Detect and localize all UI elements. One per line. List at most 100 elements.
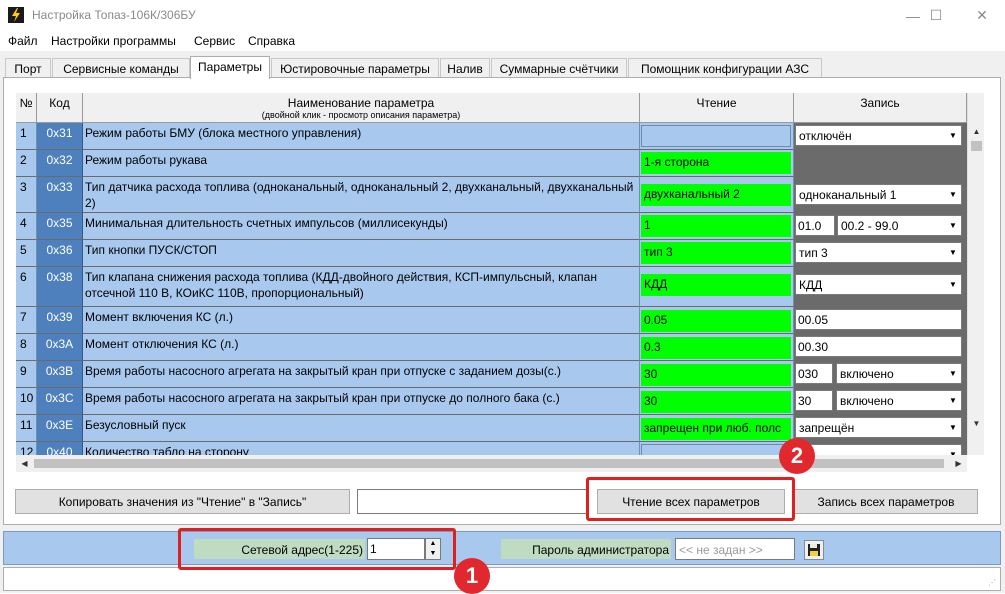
scroll-left-icon[interactable]: ◀: [16, 455, 33, 472]
write-combo[interactable]: включено ▼: [836, 363, 962, 384]
spin-down-icon[interactable]: ▼: [426, 549, 440, 559]
read-value: запрещен при люб. полс: [641, 418, 791, 440]
write-cell: 00.30: [794, 334, 967, 361]
row-name[interactable]: Время работы насосного агрегата на закры…: [83, 361, 640, 388]
write-edit[interactable]: 00.30: [795, 336, 962, 357]
chevron-down-icon[interactable]: ▼: [945, 185, 961, 204]
row-name[interactable]: Тип клапана снижения расхода топлива (КД…: [83, 267, 640, 307]
write-combo[interactable]: тип 3 ▼: [795, 242, 962, 263]
chevron-down-icon[interactable]: ▼: [945, 126, 961, 145]
close-button[interactable]: ✕: [959, 0, 1005, 31]
chevron-down-icon[interactable]: ▼: [945, 418, 961, 437]
write-all-button[interactable]: Запись всех параметров: [794, 489, 978, 514]
row-name[interactable]: Безусловный пуск: [83, 415, 640, 442]
annotation-badge-1: 1: [454, 558, 490, 594]
write-cell: ... ▼: [794, 442, 967, 455]
write-edit[interactable]: 30: [795, 390, 833, 411]
chevron-down-icon[interactable]: ▼: [945, 445, 961, 455]
tab-service-commands[interactable]: Сервисные команды: [52, 58, 190, 78]
resize-grip-icon[interactable]: ⋰: [988, 578, 998, 588]
read-cell: запрещен при люб. полс: [640, 415, 794, 442]
tab-azs-wizard[interactable]: Помощник конфигурации АЗС: [628, 58, 822, 78]
read-cell: 1: [640, 213, 794, 240]
write-edit[interactable]: 01.0: [795, 215, 835, 236]
menu-help[interactable]: Справка: [248, 34, 295, 48]
row-code: 0x31: [37, 123, 83, 150]
row-code: 0x3E: [37, 415, 83, 442]
tab-port[interactable]: Порт: [5, 58, 51, 78]
tab-parameters[interactable]: Параметры: [190, 56, 270, 79]
menu-file[interactable]: Файл: [8, 34, 38, 48]
vertical-scrollbar[interactable]: ▲ ▼: [967, 93, 984, 455]
row-name[interactable]: Тип датчика расхода топлива (одноканальн…: [83, 177, 640, 213]
scroll-up-icon[interactable]: ▲: [968, 123, 985, 140]
read-all-button[interactable]: Чтение всех параметров: [597, 489, 785, 514]
title-bar: Настройка Топаз-106К/306БУ — ☐ ✕: [0, 0, 1005, 31]
chevron-down-icon[interactable]: ▼: [945, 216, 961, 235]
address-spinner[interactable]: ▲ ▼: [425, 538, 441, 560]
chevron-down-icon[interactable]: ▼: [945, 391, 961, 410]
row-name[interactable]: Тип кнопки ПУСК/СТОП: [83, 240, 640, 267]
read-value: 1: [641, 215, 791, 237]
write-cell: 00.05: [794, 307, 967, 334]
spin-up-icon[interactable]: ▲: [426, 539, 440, 549]
write-cell: 30 включено ▼: [794, 388, 967, 415]
write-combo[interactable]: включено ▼: [836, 390, 962, 411]
row-code: 0x36: [37, 240, 83, 267]
row-name[interactable]: Количество табло на сторону: [83, 442, 640, 455]
tab-filling[interactable]: Налив: [440, 58, 490, 78]
write-edit[interactable]: 00.05: [795, 309, 962, 330]
row-name[interactable]: Режим работы рукава: [83, 150, 640, 177]
row-name[interactable]: Режим работы БМУ (блока местного управле…: [83, 123, 640, 150]
write-cell: одноканальный 1 ▼: [794, 177, 967, 213]
write-combo[interactable]: КДД ▼: [795, 274, 962, 295]
parameters-panel: № Код Наименование параметра (двойной кл…: [3, 77, 1001, 525]
write-combo[interactable]: запрещён ▼: [795, 417, 962, 438]
menu-service[interactable]: Сервис: [194, 34, 235, 48]
write-combo[interactable]: 00.2 - 99.0 ▼: [837, 215, 962, 236]
scroll-down-icon[interactable]: ▼: [968, 415, 985, 432]
scroll-thumb[interactable]: [971, 141, 982, 151]
network-address-input[interactable]: 1: [367, 538, 425, 560]
row-code: 0x32: [37, 150, 83, 177]
horizontal-scrollbar[interactable]: ◀ ▶: [16, 455, 967, 472]
row-name[interactable]: Момент включения КС (л.): [83, 307, 640, 334]
row-code: 0x3B: [37, 361, 83, 388]
status-bar: ⋰: [3, 567, 1001, 591]
tab-calibration[interactable]: Юстировочные параметры: [271, 58, 439, 78]
row-name[interactable]: Минимальная длительность счетных импульс…: [83, 213, 640, 240]
status-input[interactable]: [357, 489, 588, 514]
save-password-button[interactable]: [804, 540, 824, 560]
read-cell: 0.3: [640, 334, 794, 361]
chevron-down-icon[interactable]: ▼: [945, 275, 961, 294]
header-name-subtitle: (двойной клик - просмотр описания параме…: [261, 110, 461, 120]
row-name[interactable]: Время работы насосного агрегата на закры…: [83, 388, 640, 415]
chevron-down-icon[interactable]: ▼: [945, 243, 961, 262]
main-area: Порт Сервисные команды Параметры Юстиров…: [0, 51, 1005, 593]
chevron-down-icon[interactable]: ▼: [945, 364, 961, 383]
admin-password-input[interactable]: << не задан >>: [675, 538, 795, 560]
maximize-button[interactable]: ☐: [913, 0, 959, 31]
write-combo[interactable]: одноканальный 1 ▼: [795, 184, 962, 205]
network-address-label: Сетевой адрес(1-225): [194, 539, 365, 559]
row-num: 7: [16, 307, 37, 334]
write-combo[interactable]: ... ▼: [795, 444, 962, 455]
header-read: Чтение: [640, 93, 794, 123]
row-code: 0x40: [37, 442, 83, 455]
write-edit[interactable]: 030: [795, 363, 833, 384]
read-cell: [640, 442, 794, 455]
read-value: КДД: [641, 274, 791, 296]
write-combo[interactable]: отключён ▼: [795, 125, 962, 146]
read-value: [641, 444, 791, 455]
row-code: 0x39: [37, 307, 83, 334]
scroll-right-icon[interactable]: ▶: [950, 455, 967, 472]
combo-value: одноканальный 1: [799, 188, 897, 202]
row-name[interactable]: Момент отключения КС (л.): [83, 334, 640, 361]
admin-password-label: Пароль администратора: [501, 539, 671, 559]
copy-values-button[interactable]: Копировать значения из "Чтение" в "Запис…: [15, 489, 350, 514]
row-num: 8: [16, 334, 37, 361]
menu-program-settings[interactable]: Настройки программы: [51, 34, 176, 48]
tab-totals[interactable]: Суммарные счётчики: [491, 58, 627, 78]
window-title: Настройка Топаз-106К/306БУ: [32, 8, 196, 22]
lightning-icon: [8, 7, 24, 23]
